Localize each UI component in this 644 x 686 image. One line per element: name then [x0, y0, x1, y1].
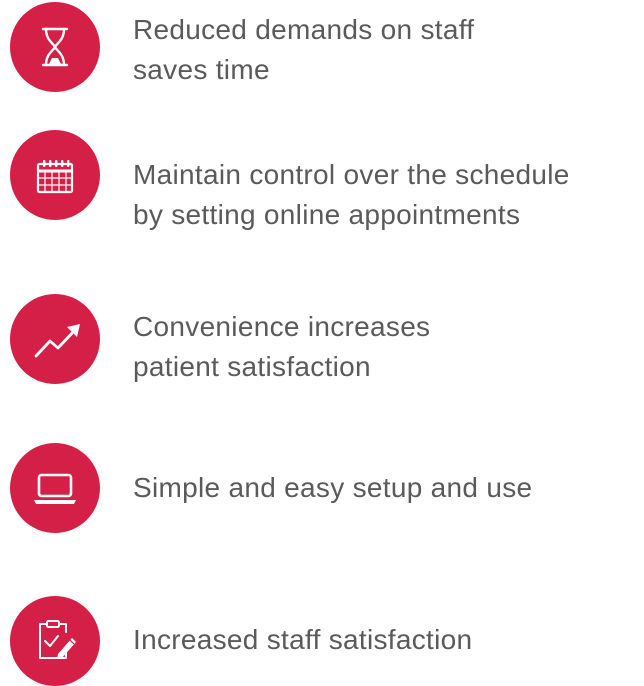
laptop-icon: [34, 473, 76, 504]
feature-line: patient satisfaction: [133, 351, 371, 382]
feature-text: Simple and easy setup and use: [133, 468, 638, 508]
feature-line: saves time: [133, 54, 270, 85]
feature-line: Maintain control over the schedule: [133, 159, 570, 190]
feature-text: Convenience increases patient satisfacti…: [133, 307, 638, 387]
icon-circle: [10, 596, 100, 686]
feature-line: by setting online appointments: [133, 199, 521, 230]
icon-circle: [10, 130, 100, 220]
icon-circle: [10, 443, 100, 533]
hourglass-icon: [41, 27, 69, 67]
trend-up-arrow-icon: [34, 324, 80, 358]
feature-line: Simple and easy setup and use: [133, 472, 533, 503]
clipboard-check-icon: [39, 620, 76, 659]
feature-line: Convenience increases: [133, 311, 431, 342]
icon-circle: [10, 2, 100, 92]
feature-line: Increased staff satisfaction: [133, 624, 473, 655]
feature-line: Reduced demands on staff: [133, 14, 475, 45]
feature-text: Maintain control over the schedule by se…: [133, 155, 638, 235]
feature-text: Increased staff satisfaction: [133, 620, 638, 660]
calendar-icon: [36, 160, 74, 194]
icon-circle: [10, 294, 100, 384]
feature-text: Reduced demands on staff saves time: [133, 10, 638, 90]
